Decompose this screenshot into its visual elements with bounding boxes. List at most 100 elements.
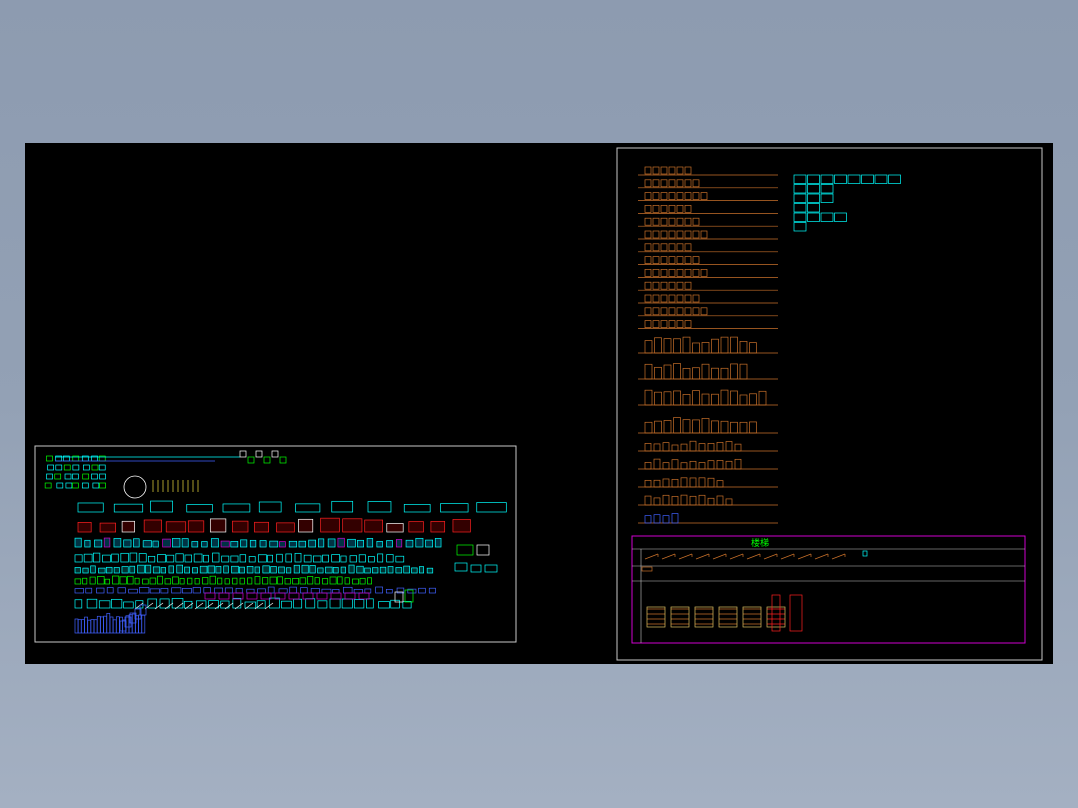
library-block[interactable] [113,503,144,513]
grid-cell[interactable] [834,174,847,184]
library-block[interactable] [295,503,321,513]
door-block[interactable] [720,367,729,380]
library-block[interactable] [232,520,249,533]
library-block[interactable] [277,576,283,585]
elevation-block[interactable] [684,192,692,200]
library-block[interactable] [344,577,350,585]
library-block[interactable] [152,540,159,548]
library-block[interactable] [231,565,239,574]
elevation-block[interactable] [660,256,668,264]
library-block[interactable] [278,566,285,574]
library-block[interactable] [149,588,160,594]
elevation-block[interactable] [700,269,708,277]
elevation-block[interactable] [652,307,660,316]
detail-block[interactable] [470,564,482,573]
elevation-block[interactable] [692,217,700,226]
elevation-block[interactable] [676,243,684,252]
library-block[interactable] [331,500,354,513]
door-block[interactable] [720,336,729,354]
window-block[interactable] [644,462,652,470]
library-block[interactable] [329,576,337,585]
elevation-block[interactable] [676,205,684,213]
elevation-block[interactable] [660,307,668,316]
detail-block[interactable] [271,450,279,458]
library-block[interactable] [294,552,302,563]
library-block[interactable] [199,565,208,574]
grid-cell[interactable] [807,184,820,194]
library-block[interactable] [85,587,93,594]
elevation-block[interactable] [684,269,692,277]
library-block[interactable] [321,588,332,594]
grid-cell[interactable] [793,222,807,232]
left-sheet-blocks[interactable] [44,450,507,634]
library-block[interactable] [224,587,233,594]
grid-cell[interactable] [820,184,834,194]
elevation-block[interactable] [652,179,660,188]
window-block[interactable] [671,459,679,470]
library-block[interactable] [269,540,279,548]
library-block[interactable] [298,540,307,548]
library-block[interactable] [387,566,394,574]
window-block[interactable] [698,494,706,506]
elevation-block[interactable] [660,217,668,226]
window-block[interactable] [680,443,688,452]
door-block[interactable] [673,390,681,406]
section-block[interactable] [771,594,781,632]
library-block[interactable] [386,523,404,533]
library-block[interactable] [300,587,308,594]
window-block[interactable] [698,462,706,470]
detail-block[interactable] [263,456,271,464]
door-block[interactable] [701,363,710,380]
library-block[interactable] [428,587,436,594]
library-block[interactable] [364,567,371,574]
door-block[interactable] [758,390,767,406]
door-block[interactable] [654,366,662,380]
library-block[interactable] [175,553,184,563]
library-block[interactable] [379,566,387,574]
library-block[interactable] [119,576,127,585]
library-block[interactable] [240,539,248,548]
library-block[interactable] [386,554,394,563]
elevation-block[interactable] [668,217,676,226]
grid-cell[interactable] [861,174,874,184]
stair-note[interactable] [862,550,868,557]
grid-cell[interactable] [793,203,807,213]
library-block[interactable] [395,567,403,574]
window-block[interactable] [689,460,697,470]
grid-cell[interactable] [874,174,888,184]
elevation-block[interactable] [668,320,676,328]
legend-symbol[interactable] [56,482,64,489]
door-block[interactable] [739,363,748,380]
library-block[interactable] [312,555,322,563]
elevation-block[interactable] [692,192,700,200]
door-block[interactable] [711,338,719,354]
section-block[interactable] [789,594,803,632]
library-block[interactable] [342,518,363,533]
elevation-block[interactable] [644,179,652,188]
library-block[interactable] [405,539,414,548]
library-block[interactable] [270,566,277,574]
door-block[interactable] [644,421,653,434]
elevation-block[interactable] [660,192,668,200]
window-block[interactable] [725,460,733,470]
library-block[interactable] [310,588,320,594]
detail-block[interactable] [247,456,255,464]
library-block[interactable] [378,601,390,609]
library-block[interactable] [203,587,211,594]
window-block[interactable] [680,494,688,506]
elevation-block[interactable] [660,166,668,175]
elevation-block[interactable] [676,230,684,239]
library-block[interactable] [322,554,329,563]
elevation-block[interactable] [676,217,684,226]
library-block[interactable] [111,553,119,563]
library-block[interactable] [111,598,123,609]
stair-profile[interactable] [729,553,744,560]
legend-symbol[interactable] [44,482,52,489]
library-block[interactable] [168,565,174,574]
door-block[interactable] [730,421,738,434]
door-block[interactable] [739,421,748,434]
library-block[interactable] [267,554,274,563]
elevation-block[interactable] [644,281,652,290]
library-block[interactable] [223,565,229,574]
library-block[interactable] [83,553,93,563]
